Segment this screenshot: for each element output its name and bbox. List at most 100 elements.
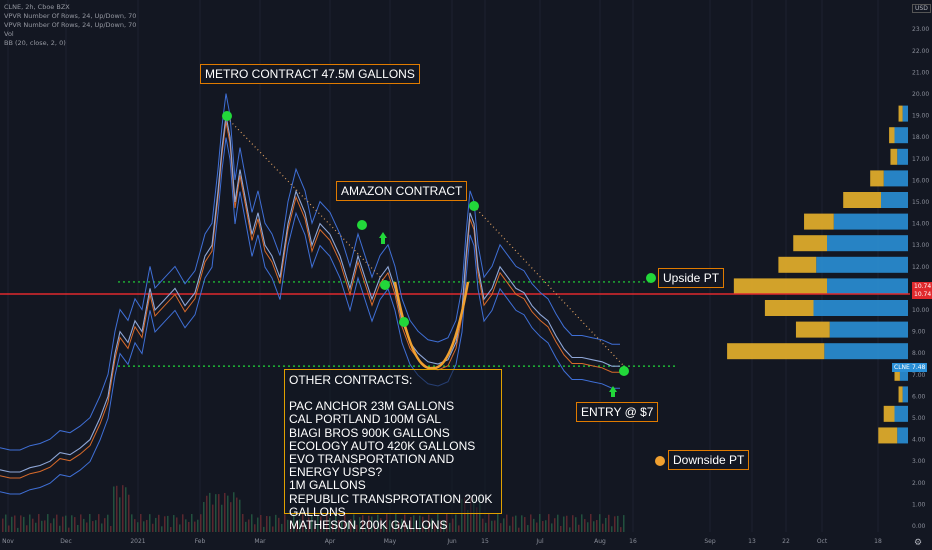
vp-bar-down [878,427,898,444]
last-price-tag: 7.48 [910,363,928,372]
volume-bar [89,514,91,532]
volume-bar [107,514,109,532]
volume-bar [284,514,286,532]
indicator-vpvr-1[interactable]: VPVR Number Of Rows, 24, Up/Down, 70 [4,12,136,21]
volume-bar [542,521,544,532]
volume-bar [47,514,49,532]
volume-bar [236,497,238,532]
x-tick-label: Apr [325,538,336,545]
volume-bar [185,519,187,532]
volume-bar [536,522,538,532]
vp-bar-down [764,300,814,316]
volume-bar [77,525,79,532]
volume-bar [623,515,625,532]
vp-bar-down [889,127,895,144]
x-tick-label: Mar [254,538,266,545]
x-tick-label: Sep [704,538,716,545]
volume-bar [212,504,214,532]
volume-bar [275,514,277,532]
volume-bar [191,514,193,532]
volume-bar [617,515,619,532]
volume-bar [2,518,4,532]
volume-bar [503,518,505,532]
vp-bar-up [813,300,908,316]
x-tick-label: Aug [594,538,606,545]
green-dot-marker [399,317,409,327]
volume-bar [83,518,85,532]
contract-item: BIAGI BROS 900K GALLONS [289,425,450,440]
volume-bar [278,517,280,532]
volume-bar [125,487,127,532]
indicator-legend: CLNE, 2h, Cboe BZX VPVR Number Of Rows, … [4,3,136,48]
volume-bar [179,524,181,532]
contract-item: EVO TRANSPORTATION AND ENERGY USPS? [289,452,455,480]
downside-dot-marker [655,456,665,466]
volume-bar [95,520,97,532]
y-tick-label: 16.00 [912,177,929,184]
vp-bar-up [827,235,908,252]
volume-bar [614,516,616,532]
y-tick-label: 13.00 [912,242,929,249]
vp-bar-up [894,127,908,144]
last-symbol-tag: CLNE [892,363,912,372]
volume-bar [71,515,73,532]
vp-bar-up [816,256,908,273]
vp-bar-up [829,321,908,338]
volume-bar [197,519,199,532]
currency-badge[interactable]: USD [912,4,931,13]
volume-bar [512,516,514,532]
volume-bar [161,526,163,532]
indicator-bb[interactable]: BB (20, close, 2, 0) [4,39,136,48]
indicator-vol[interactable]: Vol [4,30,136,39]
vp-bar-up [833,213,908,230]
volume-bar [146,519,148,532]
volume-bar [611,526,613,532]
volume-bar [74,517,76,532]
vp-bar-up [894,405,908,422]
volume-bar [569,527,571,532]
downside-pt-label: Downside PT [668,450,750,470]
volume-bar [53,518,55,532]
volume-bar [239,499,241,532]
volume-bar [596,519,598,532]
volume-bar [281,523,283,532]
vp-bar-down [883,405,895,422]
volume-bar [560,525,562,532]
volume-bar [215,494,217,532]
vp-bar-up [897,148,908,165]
x-tick-label: 18 [874,538,882,545]
other-contracts-title: OTHER CONTRACTS: [289,373,413,387]
indicator-vpvr-2[interactable]: VPVR Number Of Rows, 24, Up/Down, 70 [4,21,136,30]
volume-bar [128,494,130,532]
volume-bar [548,514,550,532]
y-tick-label: 6.00 [912,393,926,400]
volume-bar [521,515,523,532]
green-dot-marker [380,280,390,290]
x-tick-label: 16 [629,538,637,545]
volume-bar [56,514,58,532]
volume-bar [149,514,151,532]
red-price-tag-2: 10.74 [912,290,932,299]
volume-bar [593,521,595,532]
volume-bar [173,515,175,532]
volume-bar [590,514,592,532]
settings-gear-icon[interactable]: ⚙ [914,538,922,548]
vp-bar-down [795,321,830,338]
y-tick-label: 7.00 [912,372,926,379]
volume-bar [86,522,88,532]
volume-bar [518,527,520,532]
green-dot-marker [222,111,232,121]
y-tick-label: 5.00 [912,415,926,422]
volume-bar [554,518,556,532]
volume-bar [605,517,607,532]
volume-bar [530,514,532,532]
y-tick-label: 14.00 [912,221,929,228]
volume-bar [509,525,511,532]
volume-bar [32,518,34,532]
volume-bar [182,514,184,532]
volume-bar [164,516,166,532]
volume-bar [14,515,16,532]
volume-bar [35,522,37,532]
green-dot-marker [619,366,629,376]
symbol-title[interactable]: CLNE, 2h, Cboe BZX [4,3,136,12]
